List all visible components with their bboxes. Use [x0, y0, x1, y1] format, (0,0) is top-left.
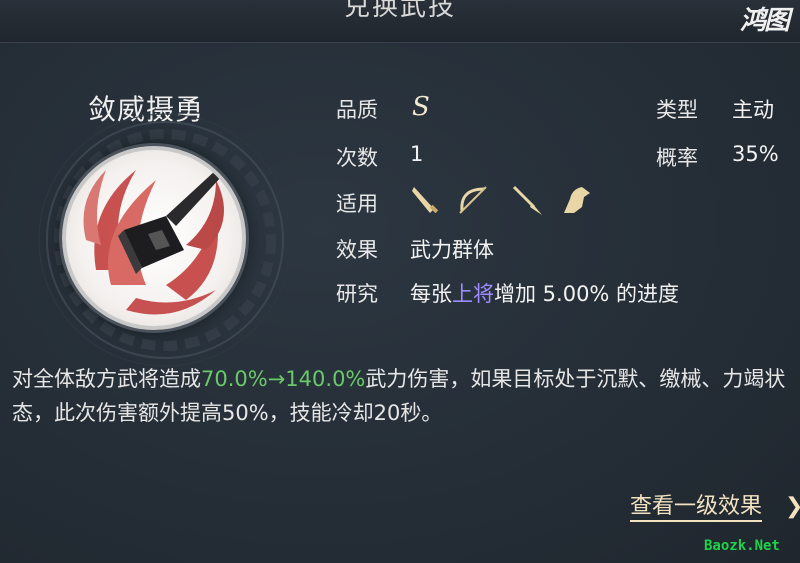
research-highlight: 上将 [452, 282, 494, 306]
sword-icon [412, 187, 439, 214]
rate-label: 概率 [656, 146, 698, 170]
type-value: 主动 [732, 98, 774, 122]
research-value: 每张上将增加 5.00% 的进度 [410, 278, 679, 308]
skill-detail-panel: 兑换武技 鸿图 敛威摄勇 品质 S 类型 主动 次数 1 概率 35% 适用 效… [0, 0, 800, 563]
description-part1: 对全体敌方武将造成 [12, 367, 201, 391]
applies-label: 适用 [336, 192, 378, 216]
quality-value: S [412, 92, 430, 122]
game-logo: 鸿图 [740, 6, 790, 34]
effect-value: 武力群体 [410, 238, 494, 262]
damage-range: 70.0%→140.0% [201, 367, 366, 391]
quality-label: 品质 [336, 98, 378, 122]
title-bar: 兑换武技 鸿图 [0, 0, 800, 43]
hammer-skill-icon [83, 170, 224, 315]
research-label: 研究 [336, 282, 378, 306]
type-label: 类型 [656, 98, 698, 122]
skill-description: 对全体敌方武将造成70.0%→140.0%武力伤害，如果目标处于沉默、缴械、力竭… [12, 362, 792, 430]
watermark: Baozk.Net [704, 538, 780, 554]
chevron-right-icon[interactable]: ❯ [785, 494, 800, 519]
spear-icon [512, 185, 542, 215]
page-title: 兑换武技 [343, 0, 456, 22]
research-suffix: 增加 5.00% 的进度 [494, 282, 680, 306]
research-prefix: 每张 [410, 282, 452, 306]
skill-icon [62, 146, 246, 330]
rate-value: 35% [732, 142, 779, 166]
bow-icon [459, 186, 487, 214]
view-level1-effect-link[interactable]: 查看一级效果 [630, 494, 763, 522]
horse-icon [564, 187, 590, 213]
effect-label: 效果 [336, 238, 378, 262]
count-value: 1 [410, 142, 424, 166]
count-label: 次数 [336, 146, 378, 170]
